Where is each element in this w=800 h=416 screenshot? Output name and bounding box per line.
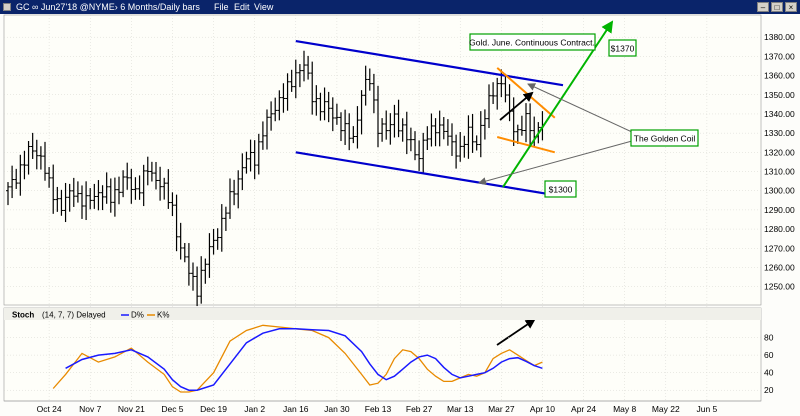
target-1370-label: $1370 (611, 44, 635, 54)
price-y-tick-label: 1280.00 (764, 224, 795, 234)
price-y-tick-label: 1370.00 (764, 51, 795, 61)
price-y-tick-label: 1330.00 (764, 128, 795, 138)
price-y-tick-label: 1340.00 (764, 109, 795, 119)
price-chart: 1250.00 1260.00 1270.00 1280.00 1290.00 1300.… (3, 14, 795, 414)
x-tick-label: Jan 16 (283, 404, 309, 414)
price-y-tick-label: 1310.00 (764, 167, 795, 177)
stoch-y-tick-label: 80 (764, 333, 774, 343)
x-tick-label: May 22 (652, 404, 680, 414)
x-tick-label: Feb 27 (406, 404, 433, 414)
x-tick-label: Jun 5 (696, 404, 717, 414)
price-y-tick-label: 1380.00 (764, 32, 795, 42)
x-tick-label: Oct 24 (37, 404, 62, 414)
stoch-header (4, 308, 761, 320)
price-y-tick-label: 1300.00 (764, 186, 795, 196)
price-y-tick-label: 1260.00 (764, 262, 795, 272)
price-panel (3, 14, 762, 306)
price-y-tick-label: 1250.00 (764, 282, 795, 292)
x-tick-label: Feb 13 (365, 404, 392, 414)
stoch-y-tick-label: 60 (764, 350, 774, 360)
x-tick-label: Nov 21 (118, 404, 145, 414)
x-tick-label: Jan 30 (324, 404, 350, 414)
x-tick-label: Apr 24 (571, 404, 596, 414)
golden-coil-label: The Golden Coil (634, 134, 696, 144)
x-tick-label: Dec 19 (200, 404, 227, 414)
stoch-title: Stoch (12, 311, 34, 320)
x-tick-label: May 8 (613, 404, 636, 414)
price-y-tick-label: 1320.00 (764, 147, 795, 157)
chart-window: GC ∞ Jun27'18 @NYME› 6 Months/Daily bars… (0, 0, 800, 416)
price-y-tick-label: 1270.00 (764, 243, 795, 253)
stoch-params: (14, 7, 7) Delayed (42, 311, 106, 320)
stoch-y-tick-label: 20 (764, 385, 774, 395)
price-y-tick-label: 1360.00 (764, 71, 795, 81)
legend-k-label: K% (157, 311, 169, 320)
x-tick-label: Mar 13 (447, 404, 474, 414)
price-y-tick-label: 1350.00 (764, 90, 795, 100)
x-tick-label: Jan 2 (244, 404, 265, 414)
legend-d-label: D% (131, 311, 144, 320)
x-tick-label: Dec 5 (161, 404, 183, 414)
x-tick-label: Mar 27 (488, 404, 515, 414)
contract-label: Gold. June. Continuous Contract. (469, 38, 595, 48)
support-1300-label: $1300 (549, 185, 573, 195)
stoch-y-tick-label: 40 (764, 368, 774, 378)
x-tick-label: Apr 10 (530, 404, 555, 414)
x-tick-label: Nov 7 (79, 404, 101, 414)
stoch-panel (3, 307, 762, 402)
price-y-tick-label: 1290.00 (764, 205, 795, 215)
